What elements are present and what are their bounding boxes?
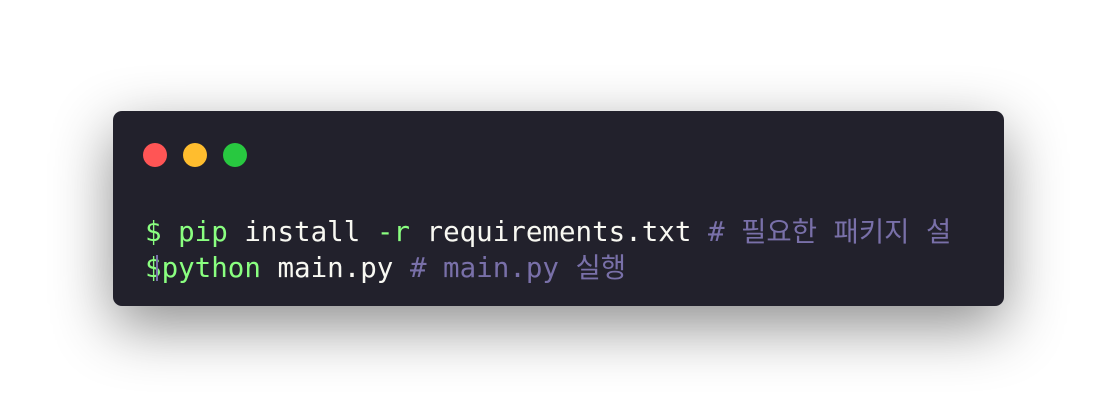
filename: requirements.txt <box>426 216 692 248</box>
argument: install <box>244 216 361 248</box>
comment: # main.py 실행 <box>409 252 627 284</box>
prompt: $ <box>145 252 162 284</box>
argument: main.py <box>277 252 394 284</box>
command: python <box>161 252 261 284</box>
minimize-button[interactable] <box>183 143 207 167</box>
command: pip <box>178 216 228 248</box>
text-cursor <box>155 255 158 281</box>
comment: # 필요한 패키지 설 <box>707 216 952 248</box>
code-line: $ pip install -r requirements.txt # 필요한 … <box>145 214 951 250</box>
terminal-window: $ pip install -r requirements.txt # 필요한 … <box>113 111 1004 306</box>
close-button[interactable] <box>143 143 167 167</box>
flag: -r <box>376 216 410 248</box>
maximize-button[interactable] <box>223 143 247 167</box>
code-line: $python main.py # main.py 실행 <box>145 250 951 286</box>
prompt: $ <box>145 216 162 248</box>
code-block: $ pip install -r requirements.txt # 필요한 … <box>145 214 951 286</box>
